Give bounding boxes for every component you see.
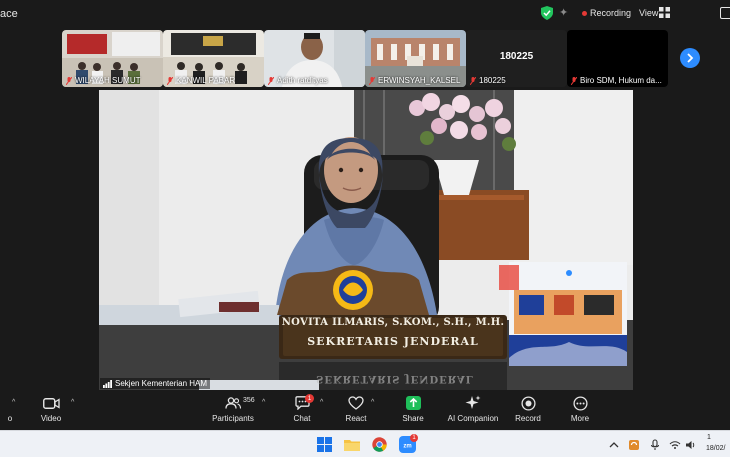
share-screen-icon — [405, 396, 421, 410]
participant-thumbnail[interactable]: Adith ratdityas — [264, 30, 365, 87]
top-bar: ace ✦ Recording View — [0, 0, 730, 28]
participant-display-name: 180225 — [499, 51, 534, 62]
participant-name: Adith ratdityas — [268, 76, 328, 85]
muted-mic-icon — [369, 76, 375, 85]
meeting-toolbar: o ^ Video ^ Participants 356 ^ Chat 1 ^ … — [0, 390, 730, 430]
recording-dot-icon — [582, 11, 587, 16]
share-label: Share — [402, 414, 424, 423]
participant-thumbnail[interactable]: KANWIL PABAR — [163, 30, 264, 87]
chevron-up-icon[interactable]: ^ — [12, 399, 15, 406]
chat-unread-badge: 1 — [305, 394, 314, 403]
window-title: ace — [0, 8, 18, 20]
more-label: More — [570, 414, 590, 423]
participant-thumbnail[interactable]: Biro SDM, Hukum da... — [567, 30, 668, 87]
react-button[interactable]: React — [343, 394, 369, 428]
chevron-up-icon[interactable]: ^ — [71, 399, 74, 406]
next-page-button[interactable] — [680, 48, 700, 68]
clock-time[interactable]: 1 — [707, 434, 711, 441]
speaker-volume-icon[interactable] — [685, 439, 697, 451]
active-speaker-video[interactable]: NOVITA ILMARIS, S.KOM., S.H., M.H. SEKRE… — [99, 90, 633, 390]
audio-button[interactable]: o — [0, 394, 20, 428]
record-icon — [520, 395, 536, 411]
video-camera-icon — [42, 397, 60, 409]
more-dots-icon — [572, 395, 588, 411]
participant-name: Biro SDM, Hukum da... — [571, 76, 662, 85]
tray-chevron-up-icon[interactable] — [608, 439, 620, 451]
muted-mic-icon — [571, 76, 577, 85]
signal-bars-icon — [103, 379, 112, 388]
chat-label: Chat — [293, 414, 311, 423]
record-button[interactable]: Record — [514, 394, 542, 428]
fullscreen-exit-icon[interactable] — [720, 7, 730, 19]
file-explorer-icon[interactable] — [343, 436, 360, 453]
participant-thumbnail[interactable]: 180225 180225 — [466, 30, 567, 87]
heart-reaction-icon — [348, 396, 364, 410]
participant-name: ERWINSYAH_KALSEL — [369, 76, 460, 85]
participant-thumbnail[interactable]: ERWINSYAH_KALSEL — [365, 30, 466, 87]
speaker-name-tag: Sekjen Kementerian HAM — [100, 378, 211, 389]
windows-logo-icon — [317, 437, 332, 452]
video-button[interactable]: Video — [36, 394, 66, 428]
sync-icon[interactable] — [628, 439, 640, 451]
chevron-up-icon[interactable]: ^ — [371, 399, 374, 406]
nameplate-name: NOVITA ILMARIS, S.KOM., S.H., M.H. — [281, 317, 505, 328]
windows-start-icon[interactable] — [316, 436, 333, 453]
clock-date[interactable]: 18/02/ — [706, 445, 725, 452]
muted-mic-icon — [66, 76, 72, 85]
participants-label: Participants — [212, 414, 254, 423]
video-label: Video — [40, 414, 62, 423]
chevron-up-icon[interactable]: ^ — [320, 399, 323, 406]
zoom-meeting-window: ace ✦ Recording View WILAYAH SUMUT KANWI… — [0, 0, 730, 457]
os-taskbar: zm 1 1 18/02/ — [0, 430, 730, 457]
svg-text:zm: zm — [403, 444, 411, 450]
chevron-right-icon — [687, 53, 694, 63]
ai-companion-label: AI Companion — [447, 414, 499, 423]
zoom-notification-badge: 1 — [410, 434, 418, 442]
encryption-shield-icon[interactable] — [541, 6, 553, 20]
ai-sparkle-icon[interactable]: ✦ — [559, 6, 568, 19]
chrome-browser-icon[interactable] — [371, 436, 388, 453]
muted-mic-icon — [268, 76, 274, 85]
participant-name: KANWIL PABAR — [167, 76, 235, 85]
grid-view-icon[interactable] — [659, 7, 670, 18]
wifi-icon[interactable] — [669, 439, 681, 451]
nameplate-reflection: SEKRETARIS JENDERAL — [316, 373, 474, 384]
participant-thumbnail[interactable]: WILAYAH SUMUT — [62, 30, 163, 87]
chevron-up-icon[interactable]: ^ — [262, 399, 265, 406]
folder-icon — [343, 440, 360, 451]
participant-name: 180225 — [470, 76, 506, 85]
microphone-icon[interactable] — [649, 439, 661, 451]
more-button[interactable]: More — [568, 394, 592, 428]
muted-mic-icon — [470, 76, 476, 85]
recording-label[interactable]: Recording — [590, 8, 631, 18]
audio-label: o — [7, 414, 13, 423]
record-label: Record — [515, 414, 541, 423]
nameplate-title: SEKRETARIS JENDERAL — [307, 335, 479, 348]
participant-count: 356 — [243, 397, 255, 404]
view-button[interactable]: View — [639, 8, 658, 18]
ai-companion-button[interactable]: AI Companion — [447, 394, 499, 428]
participants-icon — [225, 397, 241, 409]
muted-mic-icon — [167, 76, 173, 85]
chrome-logo-icon — [372, 437, 387, 452]
react-label: React — [345, 414, 367, 423]
participant-name: WILAYAH SUMUT — [66, 76, 140, 85]
share-button[interactable]: Share — [400, 394, 426, 428]
ai-sparkle-icon — [465, 395, 481, 409]
